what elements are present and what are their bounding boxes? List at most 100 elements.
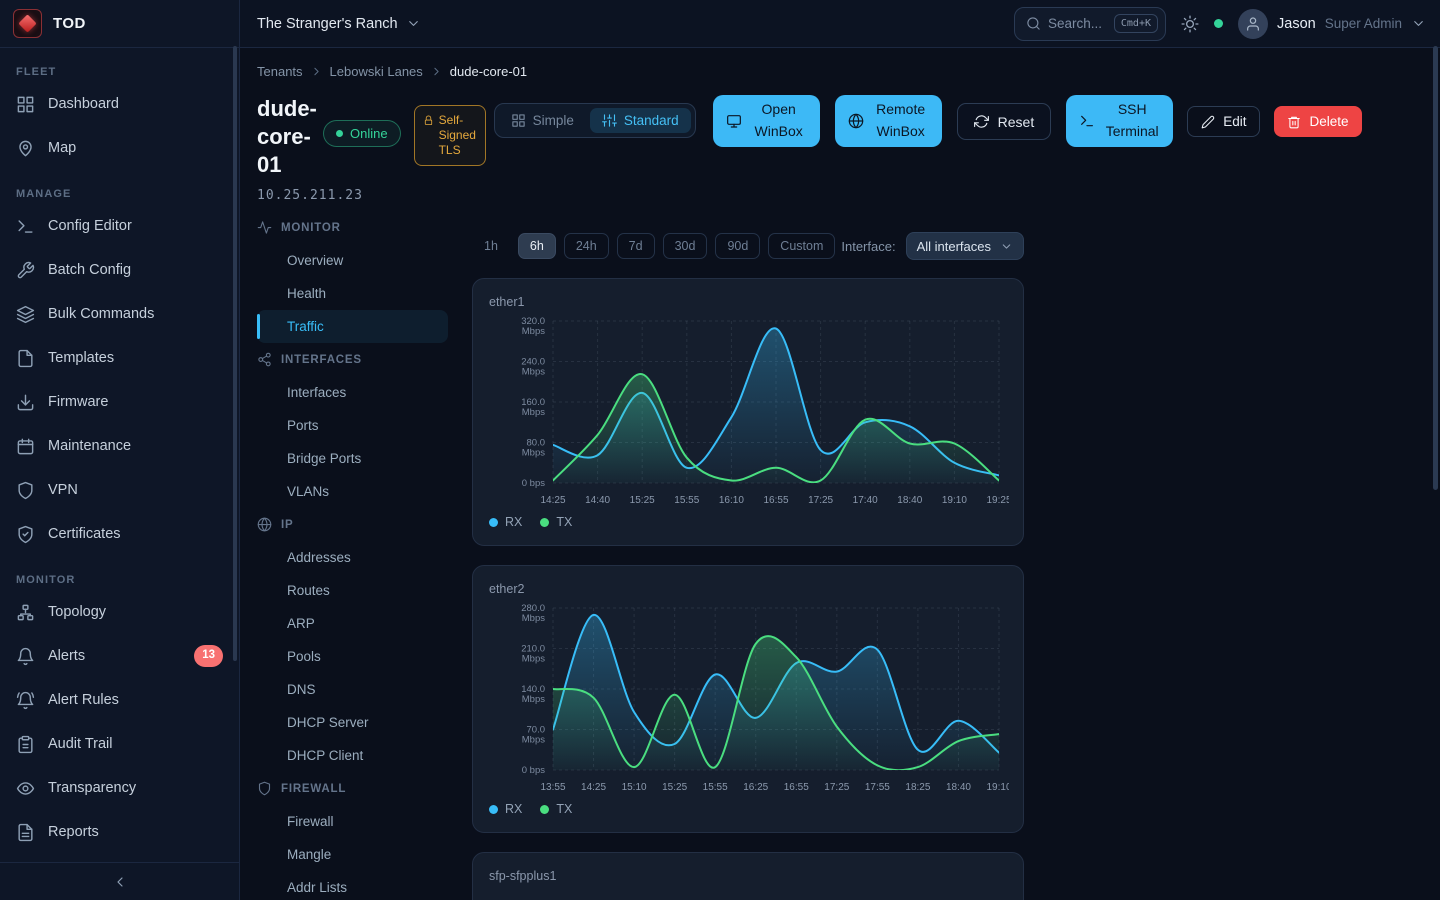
edit-button[interactable]: Edit — [1187, 106, 1260, 137]
chart-title: ether1 — [489, 295, 1007, 309]
sidebar-item-audit-trail[interactable]: Audit Trail — [0, 722, 239, 766]
sidebar-item-reports[interactable]: Reports — [0, 810, 239, 854]
terminal-icon — [16, 217, 35, 236]
device-nav-vlans[interactable]: VLANs — [257, 475, 448, 508]
device-nav-traffic[interactable]: Traffic — [257, 310, 448, 343]
interface-select[interactable]: All interfaces — [906, 232, 1024, 260]
svg-text:15:25: 15:25 — [662, 782, 687, 793]
sidebar-item-config-editor[interactable]: Config Editor — [0, 204, 239, 248]
mode-standard-button[interactable]: Standard — [590, 108, 691, 133]
open-winbox-button[interactable]: Open WinBox — [713, 95, 820, 147]
device-nav: MONITOR Overview Health Traffic INTERFAC… — [257, 211, 448, 900]
topbar: The Stranger's Ranch Cmd+K Jason Super A… — [240, 0, 1440, 48]
rx-dot — [489, 805, 498, 814]
sidebar-item-bulk-commands[interactable]: Bulk Commands — [0, 292, 239, 336]
time-range-group: 1h 6h 24h 7d 30d 90d Custom — [472, 233, 835, 259]
chevron-right-icon — [430, 65, 443, 78]
device-nav-firewall[interactable]: Firewall — [257, 805, 448, 838]
device-nav-dns[interactable]: DNS — [257, 673, 448, 706]
shield-check-icon — [16, 525, 35, 544]
theme-toggle-sun-icon[interactable] — [1181, 15, 1199, 33]
device-nav-addr-lists[interactable]: Addr Lists — [257, 871, 448, 900]
device-nav-addresses[interactable]: Addresses — [257, 541, 448, 574]
device-nav-health[interactable]: Health — [257, 277, 448, 310]
sidebar-item-label: Certificates — [48, 526, 121, 542]
svg-text:Mbps: Mbps — [522, 694, 545, 705]
delete-button[interactable]: Delete — [1274, 106, 1361, 137]
pencil-icon — [1201, 115, 1215, 129]
sidebar-item-templates[interactable]: Templates — [0, 336, 239, 380]
device-nav-interfaces[interactable]: Interfaces — [257, 376, 448, 409]
svg-text:0 bps: 0 bps — [522, 478, 545, 489]
sidebar-item-topology[interactable]: Topology — [0, 590, 239, 634]
device-nav-ports[interactable]: Ports — [257, 409, 448, 442]
monitor-icon — [726, 113, 742, 129]
tenant-selector[interactable]: The Stranger's Ranch — [257, 16, 421, 32]
device-nav-dhcp-server[interactable]: DHCP Server — [257, 706, 448, 739]
traffic-chart-plot: 280.0Mbps210.0Mbps140.0Mbps70.0Mbps0 bps… — [489, 600, 1007, 796]
breadcrumb-tenant-name[interactable]: Lebowski Lanes — [330, 64, 423, 79]
svg-text:Mbps: Mbps — [522, 367, 545, 378]
sidebar-collapse-button[interactable] — [0, 862, 239, 900]
range-7d-button[interactable]: 7d — [617, 233, 655, 259]
sidebar-item-vpn[interactable]: VPN — [0, 468, 239, 512]
ssh-terminal-button[interactable]: SSH Terminal — [1066, 95, 1173, 147]
reset-button[interactable]: Reset — [957, 103, 1052, 140]
device-nav-bridge-ports[interactable]: Bridge Ports — [257, 442, 448, 475]
svg-text:15:55: 15:55 — [674, 495, 699, 506]
dashboard-icon — [16, 95, 35, 114]
remote-winbox-button[interactable]: Remote WinBox — [835, 95, 942, 147]
device-nav-mangle[interactable]: Mangle — [257, 838, 448, 871]
sidebar-item-maintenance[interactable]: Maintenance — [0, 424, 239, 468]
tls-warning-badge: Self-Signed TLS — [414, 105, 486, 166]
sidebar-item-label: VPN — [48, 482, 78, 498]
sidebar-section-fleet: FLEET — [0, 66, 239, 78]
range-30d-button[interactable]: 30d — [663, 233, 708, 259]
global-search[interactable]: Cmd+K — [1014, 7, 1166, 41]
device-nav-arp[interactable]: ARP — [257, 607, 448, 640]
search-input[interactable] — [1048, 16, 1107, 31]
sidebar-item-label: Alert Rules — [48, 692, 119, 708]
device-nav-overview[interactable]: Overview — [257, 244, 448, 277]
svg-text:15:10: 15:10 — [622, 782, 647, 793]
trash-icon — [1287, 115, 1301, 129]
status-badge: Online — [323, 120, 401, 147]
device-nav-dhcp-client[interactable]: DHCP Client — [257, 739, 448, 772]
range-90d-button[interactable]: 90d — [715, 233, 760, 259]
eye-icon — [16, 779, 35, 798]
sidebar-item-alert-rules[interactable]: Alert Rules — [0, 678, 239, 722]
user-menu[interactable]: Jason Super Admin — [1238, 9, 1426, 39]
sidebar-item-map[interactable]: Map — [0, 126, 239, 170]
sidebar-item-alerts[interactable]: Alerts 13 — [0, 634, 239, 678]
sidebar-item-transparency[interactable]: Transparency — [0, 766, 239, 810]
svg-text:Mbps: Mbps — [522, 654, 545, 665]
activity-icon — [257, 220, 272, 235]
range-24h-button[interactable]: 24h — [564, 233, 609, 259]
range-1h-button[interactable]: 1h — [472, 233, 510, 259]
sidebar-item-certificates[interactable]: Certificates — [0, 512, 239, 556]
chart-title: ether2 — [489, 582, 1007, 596]
mode-simple-button[interactable]: Simple — [499, 108, 586, 133]
sidebar-section-manage: MANAGE — [0, 188, 239, 200]
layers-icon — [16, 305, 35, 324]
chart-controls: 1h 6h 24h 7d 30d 90d Custom Interface: A… — [472, 233, 1024, 259]
sidebar-item-batch-config[interactable]: Batch Config — [0, 248, 239, 292]
device-nav-routes[interactable]: Routes — [257, 574, 448, 607]
interface-label: Interface: — [841, 239, 895, 254]
user-role: Super Admin — [1325, 16, 1402, 31]
file-text-icon — [16, 823, 35, 842]
page-scrollbar[interactable] — [1433, 46, 1438, 490]
sidebar-item-dashboard[interactable]: Dashboard — [0, 82, 239, 126]
breadcrumb-tenants[interactable]: Tenants — [257, 64, 303, 79]
svg-text:15:25: 15:25 — [630, 495, 655, 506]
globe-icon — [848, 113, 864, 129]
sliders-icon — [602, 113, 617, 128]
range-custom-button[interactable]: Custom — [768, 233, 835, 259]
range-6h-button[interactable]: 6h — [518, 233, 556, 259]
device-nav-section-interfaces: INTERFACES — [257, 343, 448, 376]
sidebar-scrollbar[interactable] — [233, 46, 237, 661]
device-nav-section-ip: IP — [257, 508, 448, 541]
sidebar-item-firmware[interactable]: Firmware — [0, 380, 239, 424]
view-mode-toggle: Simple Standard — [494, 103, 696, 138]
device-nav-pools[interactable]: Pools — [257, 640, 448, 673]
